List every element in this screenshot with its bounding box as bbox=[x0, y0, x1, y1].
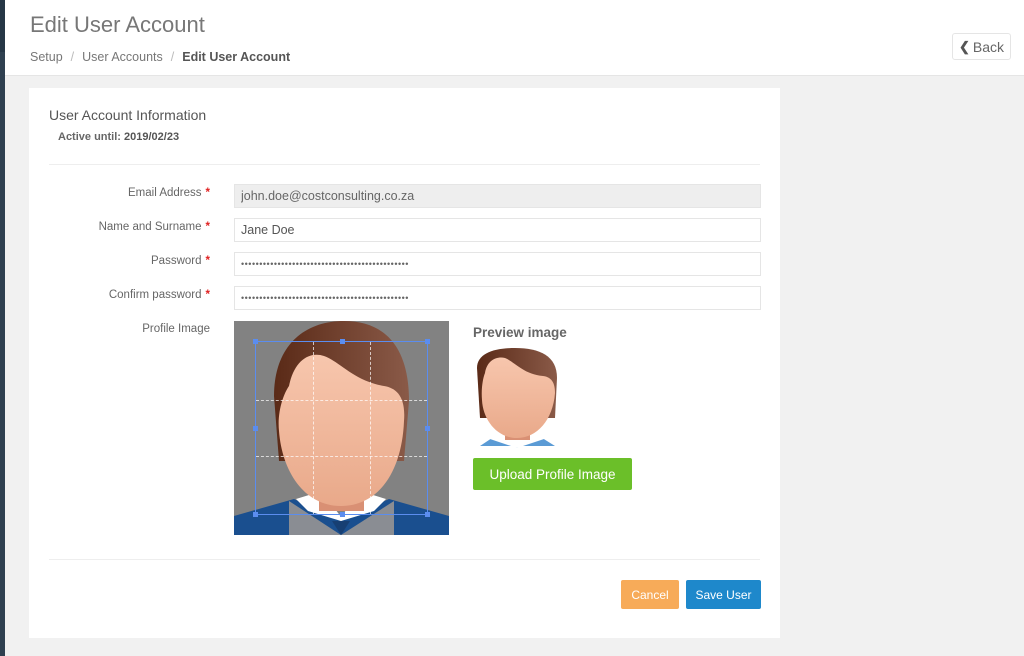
crop-handle-se[interactable] bbox=[425, 512, 430, 517]
cancel-button[interactable]: Cancel bbox=[621, 580, 679, 609]
page-title: Edit User Account bbox=[30, 12, 205, 37]
name-row: Name and Surname * bbox=[29, 218, 780, 242]
breadcrumb-setup[interactable]: Setup bbox=[30, 50, 63, 64]
name-label: Name and Surname * bbox=[98, 221, 210, 233]
divider bbox=[49, 559, 760, 560]
name-field[interactable] bbox=[234, 218, 761, 242]
profile-image-label: Profile Image bbox=[142, 323, 210, 335]
preview-title: Preview image bbox=[473, 325, 567, 340]
crop-handle-n[interactable] bbox=[340, 339, 345, 344]
confirm-password-label: Confirm password * bbox=[108, 289, 210, 301]
breadcrumb-separator: / bbox=[170, 50, 175, 64]
crop-grid-line bbox=[256, 400, 427, 401]
crop-handle-sw[interactable] bbox=[253, 512, 258, 517]
crop-box[interactable] bbox=[253, 339, 430, 517]
crop-handle-e[interactable] bbox=[425, 426, 430, 431]
crop-grid-line bbox=[313, 342, 314, 514]
required-marker: * bbox=[205, 289, 210, 301]
active-until: Active until: 2019/02/23 bbox=[58, 131, 179, 143]
crop-handle-nw[interactable] bbox=[253, 339, 258, 344]
chevron-left-icon: ❮ bbox=[958, 38, 970, 54]
breadcrumb-user-accounts[interactable]: User Accounts bbox=[82, 50, 163, 64]
preview-image bbox=[475, 348, 560, 448]
crop-handle-w[interactable] bbox=[253, 426, 258, 431]
password-label: Password * bbox=[151, 255, 210, 267]
password-field[interactable] bbox=[234, 252, 761, 276]
image-cropper[interactable] bbox=[234, 321, 449, 535]
breadcrumb: Setup / User Accounts / Edit User Account bbox=[30, 50, 290, 64]
crop-handle-s[interactable] bbox=[340, 512, 345, 517]
back-button[interactable]: ❮ Back bbox=[952, 33, 1011, 60]
preview-avatar-image bbox=[477, 348, 557, 448]
breadcrumb-separator: / bbox=[70, 50, 75, 64]
page-header: Edit User Account Setup / User Accounts / Ed… bbox=[5, 0, 1024, 76]
breadcrumb-current: Edit User Account bbox=[182, 50, 291, 64]
crop-grid-line bbox=[256, 456, 427, 457]
sidebar-strip bbox=[0, 0, 5, 656]
confirm-password-field[interactable] bbox=[234, 286, 761, 310]
save-user-button[interactable]: Save User bbox=[686, 580, 761, 609]
email-label: Email Address * bbox=[128, 187, 210, 199]
required-marker: * bbox=[205, 187, 210, 199]
required-marker: * bbox=[205, 221, 210, 233]
active-until-label: Active until: bbox=[58, 131, 121, 143]
divider bbox=[49, 164, 760, 165]
active-until-date: 2019/02/23 bbox=[124, 131, 180, 143]
panel-title: User Account Information bbox=[49, 107, 207, 123]
back-button-label: Back bbox=[972, 38, 1005, 55]
email-field[interactable] bbox=[234, 184, 761, 208]
crop-handle-ne[interactable] bbox=[425, 339, 430, 344]
crop-grid-line bbox=[370, 342, 371, 514]
confirm-password-row: Confirm password * bbox=[29, 286, 780, 310]
user-account-panel: User Account Information Active until: 2… bbox=[29, 88, 780, 638]
upload-profile-image-button[interactable]: Upload Profile Image bbox=[473, 458, 632, 490]
email-row: Email Address * bbox=[29, 184, 780, 208]
password-row: Password * bbox=[29, 252, 780, 276]
required-marker: * bbox=[205, 255, 210, 267]
